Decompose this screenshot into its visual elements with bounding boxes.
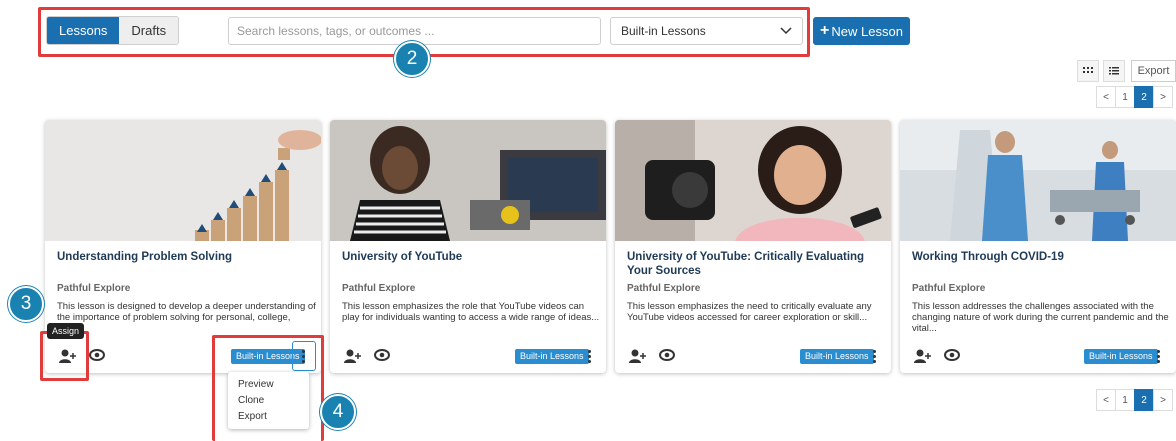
lesson-image <box>45 120 321 241</box>
assign-tooltip: Assign <box>47 323 85 339</box>
built-in-lessons-tag: Built-in Lessons <box>515 349 589 364</box>
lesson-source: Pathful Explore <box>57 283 131 294</box>
page-1[interactable]: 1 <box>1115 86 1135 108</box>
lesson-image <box>615 120 891 241</box>
built-in-lessons-tag: Built-in Lessons <box>800 349 874 364</box>
menu-item-clone[interactable]: Clone <box>228 393 309 409</box>
page-prev[interactable]: < <box>1096 86 1116 108</box>
grid-view-button[interactable] <box>1077 60 1099 82</box>
assign-user-icon[interactable] <box>344 349 362 366</box>
assign-user-icon[interactable] <box>629 349 647 366</box>
preview-eye-icon[interactable] <box>374 348 390 367</box>
options-dropdown-menu: Preview Clone Export <box>228 372 309 429</box>
page-2[interactable]: 2 <box>1134 389 1154 411</box>
new-lesson-button[interactable]: + New Lesson <box>813 17 910 45</box>
plus-icon: + <box>820 22 830 39</box>
preview-eye-icon[interactable] <box>659 348 675 367</box>
page-next[interactable]: > <box>1153 86 1173 108</box>
lesson-description: This lesson is designed to develop a dee… <box>57 301 316 323</box>
pagination-top: < 1 2 > <box>1096 86 1173 108</box>
page-2[interactable]: 2 <box>1134 86 1154 108</box>
callout-3: 3 <box>8 286 44 322</box>
page-next[interactable]: > <box>1153 389 1173 411</box>
built-in-lessons-tag: Built-in Lessons <box>1084 349 1158 364</box>
preview-eye-icon[interactable] <box>89 348 105 367</box>
lesson-title[interactable]: Working Through COVID-19 <box>912 250 1162 264</box>
lesson-image <box>330 120 606 241</box>
lesson-title[interactable]: University of YouTube <box>342 250 592 264</box>
pagination-bottom: < 1 2 > <box>1096 389 1173 411</box>
page-prev[interactable]: < <box>1096 389 1116 411</box>
lesson-description: This lesson emphasizes the need to criti… <box>627 301 872 323</box>
more-options-icon[interactable] <box>1153 346 1163 366</box>
more-options-icon[interactable] <box>869 346 879 366</box>
callout-2: 2 <box>394 41 430 77</box>
lesson-card[interactable]: Working Through COVID-19 Pathful Explore… <box>900 120 1176 373</box>
lesson-source: Pathful Explore <box>912 283 986 294</box>
list-icon <box>1109 67 1119 75</box>
grid-icon <box>1083 67 1093 73</box>
lesson-description: This lesson emphasizes the role that You… <box>342 301 600 323</box>
active-kebab-outline <box>292 341 316 371</box>
callout-4: 4 <box>320 394 356 430</box>
lesson-description: This lesson addresses the challenges ass… <box>912 301 1169 334</box>
lesson-card[interactable]: University of YouTube: Critically Evalua… <box>615 120 891 373</box>
lesson-card[interactable]: University of YouTube Pathful Explore Th… <box>330 120 606 373</box>
menu-item-preview[interactable]: Preview <box>228 377 309 393</box>
lesson-title[interactable]: Understanding Problem Solving <box>57 250 307 264</box>
lesson-source: Pathful Explore <box>342 283 416 294</box>
page-1[interactable]: 1 <box>1115 389 1135 411</box>
assign-user-icon[interactable] <box>914 349 932 366</box>
lesson-source: Pathful Explore <box>627 283 701 294</box>
list-view-button[interactable] <box>1103 60 1125 82</box>
more-options-icon[interactable] <box>584 346 594 366</box>
menu-item-export[interactable]: Export <box>228 409 309 425</box>
export-button[interactable]: Export <box>1131 60 1176 82</box>
new-lesson-label: New Lesson <box>831 23 903 39</box>
lesson-image <box>900 120 1176 241</box>
preview-eye-icon[interactable] <box>944 348 960 367</box>
lesson-title[interactable]: University of YouTube: Critically Evalua… <box>627 250 877 278</box>
